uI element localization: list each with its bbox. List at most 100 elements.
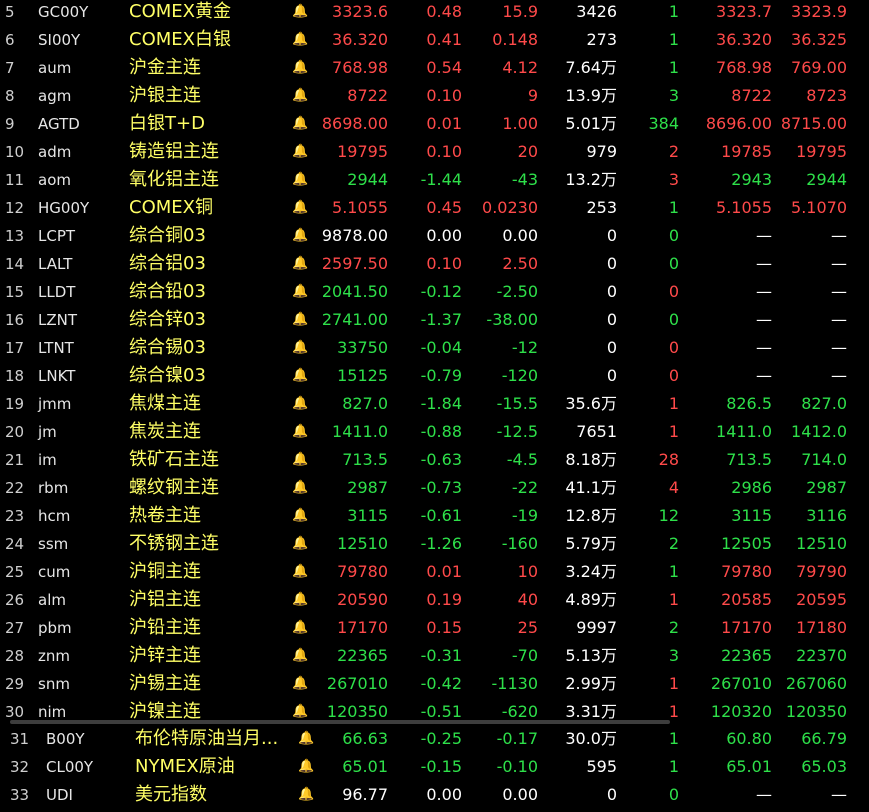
change-amount: -2.50 [496,282,538,301]
ask-price: 267060 [785,674,847,693]
table-row[interactable]: 7 aum 沪金主连 🔔 768.98 0.54 4.12 7.64万 1 768.98 769.0… [0,54,869,82]
symbol-code: B00Y [46,730,85,748]
symbol-code: jmm [38,395,72,413]
bell-icon[interactable]: 🔔 [292,82,308,110]
bell-icon[interactable]: 🔔 [292,670,308,698]
table-row[interactable]: 27 pbm 沪铅主连 🔔 17170 0.15 25 9997 2 17170 17180 [0,614,869,642]
table-row[interactable]: 29 snm 沪锡主连 🔔 267010 -0.42 -1130 2.99万 1 267010 26… [0,670,869,698]
table-row[interactable]: 16 LZNT 综合锌03 🔔 2741.00 -1.37 -38.00 0 0 — — [0,306,869,334]
table-row[interactable]: 12 HG00Y COMEX铜 🔔 5.1055 0.45 0.0230 253 1 5.1055… [0,194,869,222]
change-percent: -0.79 [420,366,462,385]
last-price: 79780 [337,562,388,581]
bell-icon[interactable]: 🔔 [292,502,308,530]
change-percent: 0.01 [426,114,462,133]
table-row[interactable]: 22 rbm 螺纹钢主连 🔔 2987 -0.73 -22 41.1万 4 2986 2987 [0,474,869,502]
table-row[interactable]: 26 alm 沪铝主连 🔔 20590 0.19 40 4.89万 1 20585 20595 [0,586,869,614]
change-percent: -0.31 [420,646,462,665]
change-percent: -0.73 [420,478,462,497]
ask-price: 8715.00 [780,114,847,133]
row-index: 27 [5,619,25,637]
instrument-name: COMEX黄金 [129,1,231,22]
table-row[interactable]: 19 jmm 焦煤主连 🔔 827.0 -1.84 -15.5 35.6万 1 826.5 827.… [0,390,869,418]
row-index: 26 [5,591,25,609]
bell-icon[interactable]: 🔔 [292,418,308,446]
table-row[interactable]: 15 LLDT 综合铅03 🔔 2041.50 -0.12 -2.50 0 0 — — [0,278,869,306]
ask-price: 769.00 [791,58,847,77]
bell-icon[interactable]: 🔔 [292,586,308,614]
table-row[interactable]: 13 LCPT 综合铜03 🔔 9878.00 0.00 0.00 0 0 — — [0,222,869,250]
bell-icon[interactable]: 🔔 [292,26,308,54]
instrument-name: COMEX白银 [129,29,231,50]
instrument-name: 美元指数 [135,784,207,805]
change-amount: 0.0230 [482,198,538,217]
row-index: 13 [5,227,25,245]
row-index: 24 [5,535,25,553]
bell-icon[interactable]: 🔔 [292,306,308,334]
bell-icon[interactable]: 🔔 [292,138,308,166]
change-amount: -70 [511,646,538,665]
table-row[interactable]: 18 LNKT 综合镍03 🔔 15125 -0.79 -120 0 0 — — [0,362,869,390]
table-row[interactable]: 9 AGTD 白银T+D 🔔 8698.00 0.01 1.00 5.01万 384 8696.0… [0,110,869,138]
table-row[interactable]: 11 aom 氧化铝主连 🔔 2944 -1.44 -43 13.2万 3 2943 2944 [0,166,869,194]
bell-icon[interactable]: 🔔 [292,530,308,558]
bell-icon[interactable]: 🔔 [292,390,308,418]
bell-icon[interactable]: 🔔 [292,446,308,474]
bell-icon[interactable]: 🔔 [292,614,308,642]
bell-icon[interactable]: 🔔 [292,166,308,194]
change-amount: -0.10 [496,757,538,776]
change-percent: 0.45 [426,198,462,217]
volume: 2.99万 [565,674,617,693]
table-row[interactable]: 20 jm 焦炭主连 🔔 1411.0 -0.88 -12.5 7651 1 1411.0 1412… [0,418,869,446]
volume: 3.24万 [565,562,617,581]
bell-icon[interactable]: 🔔 [292,194,308,222]
row-index: 12 [5,199,25,217]
table-row[interactable]: 28 znm 沪锌主连 🔔 22365 -0.31 -70 5.13万 3 22365 22370 [0,642,869,670]
symbol-code: im [38,451,57,469]
table-row[interactable]: 14 LALT 综合铝03 🔔 2597.50 0.10 2.50 0 0 — — [0,250,869,278]
change-amount: 4.12 [502,58,538,77]
change-percent: 0.00 [426,226,462,245]
instrument-name: 综合铅03 [129,281,206,302]
table-row[interactable]: 6 SI00Y COMEX白银 🔔 36.320 0.41 0.148 273 1 36.320 3… [0,26,869,54]
table-row[interactable]: 24 ssm 不锈钢主连 🔔 12510 -1.26 -160 5.79万 2 12505 1251… [0,530,869,558]
bid-price: 12505 [721,534,772,553]
bell-icon[interactable]: 🔔 [292,642,308,670]
last-price: 15125 [337,366,388,385]
bell-icon[interactable]: 🔔 [292,362,308,390]
bell-icon[interactable]: 🔔 [292,474,308,502]
instrument-name: 沪锡主连 [129,673,201,694]
bell-icon[interactable]: 🔔 [292,222,308,250]
bell-icon[interactable]: 🔔 [292,558,308,586]
volume: 5.01万 [565,114,617,133]
change-amount: 0.148 [492,30,538,49]
current-volume: 3 [668,646,679,665]
table-row[interactable]: 5 GC00Y COMEX黄金 🔔 3323.6 0.48 15.9 3426 1 3323.7 3… [0,0,869,26]
bell-icon[interactable]: 🔔 [292,0,308,26]
table-row[interactable]: 8 agm 沪银主连 🔔 8722 0.10 9 13.9万 3 8722 8723 [0,82,869,110]
horizontal-scrollbar[interactable] [10,720,670,724]
table-row[interactable]: 10 adm 铸造铝主连 🔔 19795 0.10 20 979 2 19785 19795 [0,138,869,166]
row-index: 23 [5,507,25,525]
bell-icon[interactable]: 🔔 [292,250,308,278]
ask-price: 120350 [785,702,847,721]
bell-icon[interactable]: 🔔 [292,278,308,306]
table-row[interactable]: 17 LTNT 综合锡03 🔔 33750 -0.04 -12 0 0 — — [0,334,869,362]
symbol-code: CL00Y [46,758,94,776]
table-row[interactable]: 31 B00Y 布伦特原油当月... 🔔 66.63 -0.25 -0.17 30.0万 1 60… [0,725,869,753]
current-volume: 1 [668,198,679,217]
last-price: 267010 [326,674,388,693]
bid-price: 2986 [731,478,772,497]
table-row[interactable]: 33 UDI 美元指数 🔔 96.77 0.00 0.00 0 0— — [0,781,869,809]
bid-price: — [756,785,772,804]
table-row[interactable]: 32 CL00Y NYMEX原油 🔔 65.01 -0.15 -0.10 595 1 65.01 6… [0,753,869,781]
table-row[interactable]: 25 cum 沪铜主连 🔔 79780 0.01 10 3.24万 1 79780 79790 [0,558,869,586]
bell-icon[interactable]: 🔔 [292,110,308,138]
change-amount: 20 [517,142,538,161]
instrument-name: 铸造铝主连 [129,141,219,162]
table-row[interactable]: 21 im 铁矿石主连 🔔 713.5 -0.63 -4.5 8.18万 28 713.5 714.… [0,446,869,474]
row-index: 8 [5,87,15,105]
instrument-name: 螺纹钢主连 [129,477,219,498]
bell-icon[interactable]: 🔔 [292,54,308,82]
bell-icon[interactable]: 🔔 [292,334,308,362]
table-row[interactable]: 23 hcm 热卷主连 🔔 3115 -0.61 -19 12.8万 12 3115 3116 [0,502,869,530]
